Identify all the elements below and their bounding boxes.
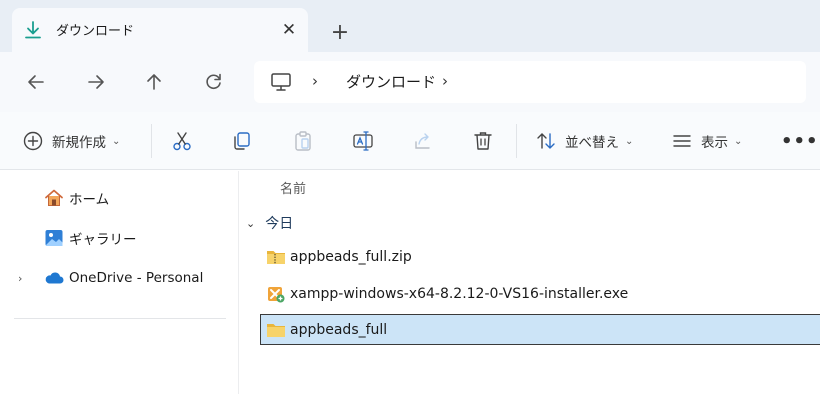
chevron-right-icon[interactable]: › bbox=[18, 272, 22, 285]
file-row[interactable]: xampp-windows-x64-8.2.12-0-VS16-installe… bbox=[260, 278, 820, 309]
share-button[interactable] bbox=[412, 124, 434, 158]
folder-icon bbox=[266, 320, 286, 340]
breadcrumb-chevron-right-icon[interactable]: › bbox=[312, 72, 318, 90]
sort-button-label: 並べ替え bbox=[565, 135, 619, 151]
clipboard-icon bbox=[295, 131, 311, 151]
share-icon bbox=[415, 133, 430, 149]
chevron-down-icon: ⌄ bbox=[112, 135, 121, 147]
sidebar-item-label: ホーム bbox=[69, 192, 110, 208]
onedrive-cloud-icon bbox=[44, 268, 64, 288]
sidebar-item-label: ギャラリー bbox=[69, 232, 137, 248]
more-dots-icon: ••• bbox=[781, 130, 819, 152]
view-list-icon bbox=[673, 135, 691, 147]
new-tab-button[interactable]: + bbox=[322, 14, 358, 50]
arrow-up-icon bbox=[147, 74, 161, 90]
chevron-down-icon: ⌄ bbox=[734, 135, 743, 147]
sidebar-divider bbox=[14, 318, 226, 319]
sidebar-item-home[interactable]: ホーム bbox=[0, 182, 239, 214]
file-row[interactable]: appbeads_full.zip bbox=[260, 241, 820, 272]
trash-icon bbox=[474, 132, 492, 150]
file-row-selected[interactable]: appbeads_full bbox=[260, 314, 820, 345]
address-bar[interactable]: › ダウンロード › bbox=[254, 61, 806, 103]
arrow-right-icon bbox=[88, 75, 104, 89]
gallery-icon bbox=[44, 228, 64, 248]
download-icon bbox=[23, 20, 43, 40]
arrow-left-icon bbox=[28, 75, 44, 89]
cut-button[interactable] bbox=[171, 124, 193, 158]
navigation-pane: ホーム ギャラリー › OneDrive - Personal bbox=[0, 171, 239, 394]
scissors-icon bbox=[173, 132, 191, 151]
rename-icon bbox=[353, 131, 373, 151]
breadcrumb-downloads[interactable]: ダウンロード bbox=[346, 71, 436, 92]
file-name: appbeads_full bbox=[290, 321, 388, 338]
tab-strip: ダウンロード ✕ + bbox=[0, 0, 820, 52]
rename-button[interactable] bbox=[352, 124, 374, 158]
column-header-name[interactable]: 名前 bbox=[280, 178, 306, 197]
forward-button[interactable] bbox=[78, 66, 114, 98]
copy-icon bbox=[234, 132, 250, 150]
paste-button[interactable] bbox=[292, 124, 314, 158]
home-icon bbox=[44, 188, 64, 208]
copy-button[interactable] bbox=[231, 124, 253, 158]
tab-close-button[interactable]: ✕ bbox=[276, 17, 302, 43]
command-bar: 新規作成 ⌄ 並べ替え ⌄ 表示 ⌄ ••• bbox=[0, 112, 820, 170]
this-pc-icon[interactable] bbox=[270, 72, 292, 92]
new-button-label: 新規作成 bbox=[52, 135, 106, 151]
up-button[interactable] bbox=[136, 66, 172, 98]
toolbar-divider bbox=[151, 124, 152, 158]
toolbar-divider bbox=[516, 124, 517, 158]
tab-title: ダウンロード bbox=[56, 24, 135, 39]
sort-arrows-icon bbox=[537, 133, 555, 149]
installer-exe-icon bbox=[266, 284, 286, 304]
chevron-down-icon: ⌄ bbox=[246, 216, 256, 230]
sidebar-item-label: OneDrive - Personal bbox=[69, 270, 204, 286]
delete-button[interactable] bbox=[472, 124, 494, 158]
more-options-button[interactable]: ••• bbox=[781, 124, 819, 158]
chevron-down-icon: ⌄ bbox=[625, 135, 634, 147]
file-list: 名前 ⌄ 今日 appbeads_full.zip xampp-windows-… bbox=[240, 171, 820, 394]
refresh-button[interactable] bbox=[196, 66, 232, 98]
group-label: 今日 bbox=[265, 216, 294, 232]
view-button-label: 表示 bbox=[701, 135, 728, 151]
back-button[interactable] bbox=[18, 66, 54, 98]
group-header-today[interactable]: ⌄ 今日 bbox=[246, 213, 293, 233]
file-name: xampp-windows-x64-8.2.12-0-VS16-installe… bbox=[290, 285, 629, 302]
navigation-bar: › ダウンロード › bbox=[0, 52, 820, 112]
sort-button[interactable]: 並べ替え ⌄ bbox=[535, 124, 633, 158]
zip-folder-icon bbox=[266, 247, 286, 267]
plus-circle-icon bbox=[23, 131, 43, 151]
refresh-icon bbox=[206, 73, 221, 90]
new-button[interactable]: 新規作成 ⌄ bbox=[22, 124, 120, 158]
file-name: appbeads_full.zip bbox=[290, 248, 412, 265]
sidebar-item-onedrive[interactable]: › OneDrive - Personal bbox=[0, 262, 239, 294]
view-button[interactable]: 表示 ⌄ bbox=[671, 124, 742, 158]
sidebar-item-gallery[interactable]: ギャラリー bbox=[0, 222, 239, 254]
tab-downloads[interactable]: ダウンロード ✕ bbox=[12, 8, 308, 52]
breadcrumb-chevron-right-icon[interactable]: › bbox=[442, 72, 448, 90]
